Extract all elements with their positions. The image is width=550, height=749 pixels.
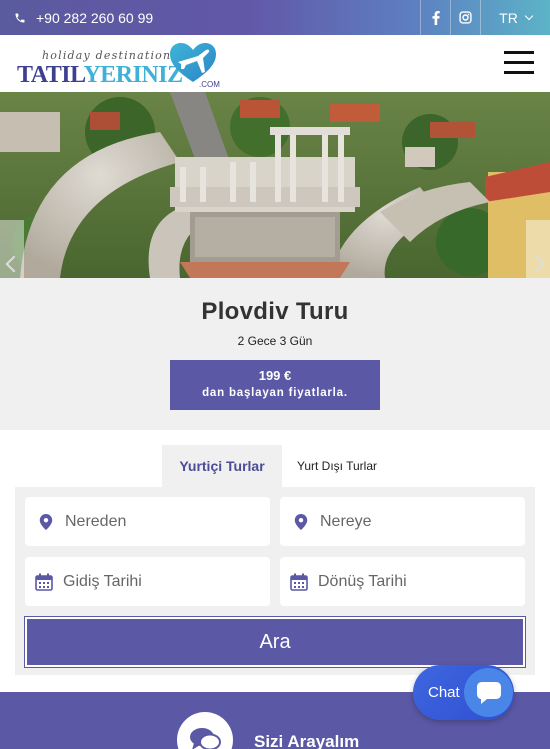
from-field[interactable]: Nereden — [25, 497, 270, 546]
language-selector[interactable]: TR — [480, 0, 550, 35]
chat-bubbles-icon — [190, 728, 221, 749]
phone-link[interactable]: +90 282 260 60 99 — [0, 10, 153, 26]
price-button[interactable]: 199 € dan başlayan fiyatlarla. — [170, 360, 380, 410]
logo-brand: TATILYERINIZ — [17, 62, 183, 88]
tour-duration: 2 Gece 3 Gün — [237, 334, 313, 348]
return-placeholder: Dönüş Tarihi — [318, 572, 407, 590]
hamburger-line — [504, 61, 534, 64]
facebook-link[interactable] — [420, 0, 450, 35]
departure-date-field[interactable]: Gidiş Tarihi — [25, 557, 270, 606]
location-pin-icon — [39, 513, 53, 530]
location-pin-icon — [294, 513, 308, 530]
price-value: 199 € — [258, 368, 292, 383]
tour-info: Plovdiv Turu 2 Gece 3 Gün 199 € dan başl… — [0, 278, 550, 430]
chevron-left-icon — [5, 255, 23, 273]
chat-bubble — [464, 668, 513, 717]
facebook-icon — [432, 10, 440, 25]
tab-domestic-tours[interactable]: Yurtiçi Turlar — [162, 445, 282, 487]
site-header: holiday destination TATILYERINIZ .COM — [0, 35, 550, 92]
logo-tagline: holiday destination — [42, 49, 172, 62]
return-date-field[interactable]: Dönüş Tarihi — [280, 557, 525, 606]
top-bar: +90 282 260 60 99 TR — [0, 0, 550, 35]
phone-number: +90 282 260 60 99 — [36, 9, 154, 26]
chat-widget-button[interactable]: Chat — [413, 665, 514, 720]
chat-icon — [476, 681, 501, 704]
site-logo[interactable]: holiday destination TATILYERINIZ .COM — [16, 40, 226, 89]
hero-image — [0, 92, 550, 278]
language-label: TR — [499, 9, 518, 26]
heart-plane-icon — [170, 43, 216, 82]
instagram-icon — [459, 11, 472, 24]
calendar-icon — [290, 573, 308, 591]
instagram-link[interactable] — [450, 0, 480, 35]
from-placeholder: Nereden — [65, 512, 127, 530]
callback-icon-circle[interactable] — [177, 712, 233, 749]
menu-toggle-button[interactable] — [504, 51, 534, 75]
logo-suffix: .COM — [199, 80, 220, 89]
to-placeholder: Nereye — [320, 512, 372, 530]
tab-international-tours[interactable]: Yurt Dışı Turlar — [282, 445, 392, 487]
departure-placeholder: Gidiş Tarihi — [63, 572, 142, 590]
chevron-right-icon — [527, 255, 545, 273]
price-note: dan başlayan fiyatlarla. — [202, 387, 348, 399]
search-button[interactable]: Ara — [24, 616, 526, 668]
hamburger-line — [504, 71, 534, 74]
calendar-icon — [35, 573, 53, 591]
callback-title: Sizi Arayalım — [254, 732, 360, 749]
tour-title: Plovdiv Turu — [201, 298, 349, 325]
search-panel: Nereden Nereye Gidiş Tarihi Dönüş Tarihi… — [15, 487, 535, 675]
chevron-down-icon — [524, 11, 534, 20]
hamburger-line — [504, 51, 534, 54]
search-tabs: Yurtiçi Turlar Yurt Dışı Turlar — [0, 430, 550, 487]
to-field[interactable]: Nereye — [280, 497, 525, 546]
chat-label: Chat — [428, 684, 460, 701]
phone-icon — [15, 13, 25, 22]
